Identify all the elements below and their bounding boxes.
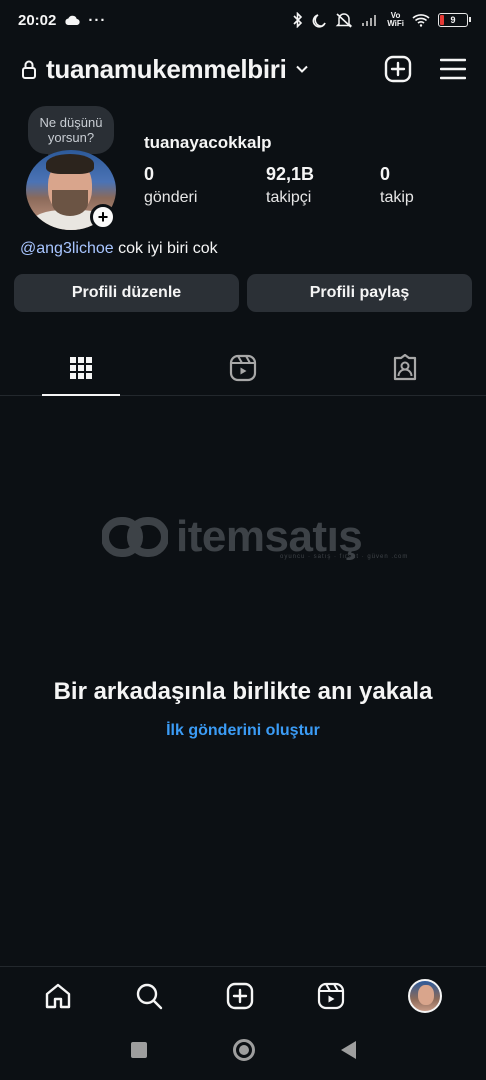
reels-icon bbox=[229, 354, 257, 381]
bio-text: cok iyi biri cok bbox=[113, 240, 218, 257]
nav-home[interactable] bbox=[44, 982, 72, 1010]
tab-reels[interactable] bbox=[162, 340, 324, 395]
stat-followers-label: takipçi bbox=[266, 189, 312, 206]
stat-following-label: takip bbox=[380, 189, 414, 206]
bluetooth-icon bbox=[293, 12, 303, 28]
nav-profile-avatar[interactable] bbox=[408, 978, 443, 1013]
create-post-button[interactable] bbox=[384, 55, 412, 83]
nav-create[interactable] bbox=[226, 982, 254, 1010]
system-navigation-bar bbox=[0, 1028, 486, 1072]
nav-reels[interactable] bbox=[317, 982, 345, 1010]
mute-bell-icon bbox=[335, 13, 353, 28]
watermark-subtext: oyuncu · satış · fırsat · güven .com bbox=[280, 554, 409, 560]
profile-bio: @ang3lichoe cok iyi biri cok bbox=[20, 240, 218, 258]
edit-profile-button[interactable]: Profili düzenle bbox=[14, 274, 239, 312]
note-placeholder-line2: yorsun? bbox=[47, 130, 95, 145]
watermark-link-icon bbox=[102, 517, 168, 557]
menu-button[interactable] bbox=[440, 58, 466, 80]
do-not-disturb-moon-icon bbox=[312, 13, 326, 28]
tab-tagged[interactable] bbox=[324, 340, 486, 395]
watermark-logo: itemsatış oyuncu · satış · fırsat · güve… bbox=[102, 512, 407, 562]
cloud-icon bbox=[65, 15, 81, 25]
bottom-navigation bbox=[0, 966, 486, 1024]
note-placeholder-line1: Ne düşünü bbox=[39, 115, 103, 130]
plus-square-icon bbox=[384, 55, 412, 83]
profile-stats: 0 gönderi 92,1B takipçi 0 takip bbox=[144, 164, 414, 207]
display-name: tuanayacokkalp bbox=[144, 133, 272, 152]
stat-posts[interactable]: 0 gönderi bbox=[144, 164, 266, 207]
stat-posts-label: gönderi bbox=[144, 189, 198, 206]
vowifi-label: Vo WiFi bbox=[387, 11, 404, 28]
tab-posts-grid[interactable] bbox=[0, 340, 162, 396]
stat-posts-value: 0 bbox=[144, 164, 155, 184]
hamburger-menu-icon bbox=[440, 58, 466, 80]
reels-icon bbox=[318, 982, 345, 1009]
plus-square-icon bbox=[226, 982, 254, 1009]
wifi-icon bbox=[412, 14, 430, 27]
empty-state-title: Bir arkadaşınla birlikte anı yakala bbox=[53, 678, 433, 705]
chevron-down-icon[interactable] bbox=[295, 62, 309, 76]
recents-button[interactable] bbox=[130, 1042, 147, 1058]
stat-following-value: 0 bbox=[380, 164, 391, 184]
stat-followers[interactable]: 92,1B takipçi bbox=[266, 164, 380, 207]
home-icon bbox=[45, 983, 70, 1008]
home-button[interactable] bbox=[232, 1039, 255, 1061]
content-tabs bbox=[0, 340, 486, 396]
stat-followers-value: 92,1B bbox=[266, 164, 315, 184]
stat-following[interactable]: 0 takip bbox=[380, 164, 414, 207]
lock-icon bbox=[22, 60, 36, 79]
note-bubble[interactable]: Ne düşünü yorsun? bbox=[28, 106, 114, 160]
bio-mention-link[interactable]: @ang3lichoe bbox=[20, 240, 114, 257]
share-profile-button[interactable]: Profili paylaş bbox=[247, 274, 472, 312]
search-icon bbox=[136, 983, 162, 1009]
more-notifications-icon: ··· bbox=[88, 11, 107, 29]
nav-search[interactable] bbox=[135, 982, 163, 1010]
add-story-button[interactable]: + bbox=[90, 204, 116, 230]
grid-icon bbox=[70, 356, 92, 379]
tagged-person-icon bbox=[393, 353, 417, 380]
signal-icon bbox=[362, 15, 377, 26]
status-bar: 20:02 ··· Vo WiFi 9 bbox=[0, 0, 486, 40]
profile-actions: Profili düzenle Profili paylaş bbox=[14, 274, 472, 312]
status-time: 20:02 bbox=[18, 11, 57, 29]
create-first-post-link[interactable]: İlk gönderini oluştur bbox=[0, 722, 486, 740]
battery-icon: 9 bbox=[438, 13, 471, 27]
back-button[interactable] bbox=[340, 1041, 356, 1059]
profile-header: tuanamukemmelbiri bbox=[20, 48, 466, 90]
account-switcher-username[interactable]: tuanamukemmelbiri bbox=[46, 54, 287, 85]
